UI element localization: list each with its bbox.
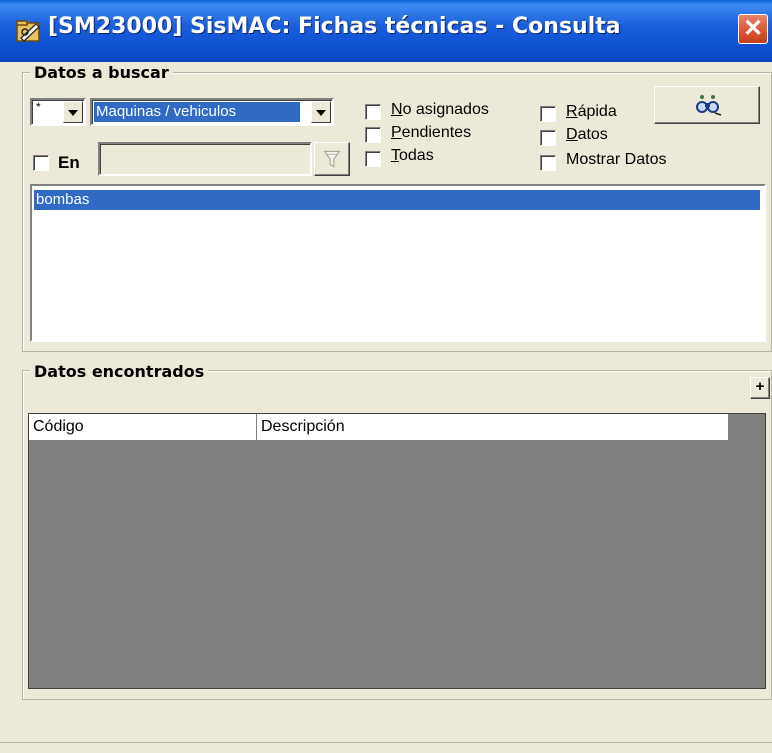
rapida-checkbox[interactable] bbox=[540, 106, 556, 122]
search-button[interactable] bbox=[654, 86, 760, 124]
no-asignados-text: No asignados bbox=[391, 101, 489, 118]
filter-button[interactable] bbox=[314, 142, 350, 176]
results-group-legend: Datos encontrados bbox=[30, 362, 209, 381]
en-checkbox-label: En bbox=[58, 153, 80, 172]
prefix-combo-dropdown-button[interactable] bbox=[63, 101, 83, 123]
type-combo-dropdown-button[interactable] bbox=[311, 101, 331, 123]
rapida-label: Rápida bbox=[566, 103, 617, 120]
list-item[interactable]: bombas bbox=[34, 190, 760, 210]
prefix-combo-value: * bbox=[36, 100, 41, 114]
mostrar-datos-label: Mostrar Datos bbox=[566, 151, 667, 168]
main-window: [SM23000] SisMAC: Fichas técnicas - Cons… bbox=[0, 0, 772, 753]
filter-funnel-icon bbox=[323, 150, 341, 168]
pendientes-checkbox[interactable] bbox=[365, 127, 381, 143]
pendientes-label: Pendientes bbox=[391, 124, 472, 141]
chevron-down-icon bbox=[316, 110, 326, 116]
datos-checkbox[interactable] bbox=[540, 130, 556, 146]
type-combo[interactable]: Maquinas / vehiculos bbox=[90, 98, 334, 126]
en-field[interactable] bbox=[98, 142, 312, 176]
status-bar bbox=[0, 742, 772, 753]
chevron-down-icon bbox=[68, 110, 78, 116]
plus-icon: + bbox=[755, 378, 765, 395]
expand-button[interactable]: + bbox=[750, 377, 770, 399]
close-button[interactable]: ✕ bbox=[738, 14, 768, 44]
todas-label: Todas bbox=[391, 147, 434, 164]
en-checkbox[interactable] bbox=[33, 155, 49, 171]
grid-header: Código Descripción bbox=[29, 414, 729, 441]
column-header-descripcion[interactable]: Descripción bbox=[257, 414, 729, 440]
prefix-combo[interactable]: * bbox=[30, 98, 86, 126]
app-folder-icon bbox=[16, 20, 40, 42]
todas-checkbox[interactable] bbox=[365, 151, 381, 167]
search-binoculars-icon bbox=[696, 95, 722, 116]
window-title: [SM23000] SisMAC: Fichas técnicas - Cons… bbox=[48, 14, 621, 39]
column-header-codigo[interactable]: Código bbox=[29, 414, 257, 440]
no-asignados-label: No asignados bbox=[391, 101, 489, 119]
close-icon: ✕ bbox=[742, 15, 764, 42]
mostrar-datos-checkbox[interactable] bbox=[540, 155, 556, 171]
results-grid[interactable]: Código Descripción bbox=[28, 413, 766, 689]
datos-label: Datos bbox=[566, 126, 608, 143]
title-bar[interactable]: [SM23000] SisMAC: Fichas técnicas - Cons… bbox=[0, 0, 772, 62]
type-combo-value: Maquinas / vehiculos bbox=[94, 102, 300, 122]
no-asignados-checkbox[interactable] bbox=[365, 104, 381, 120]
search-group-legend: Datos a buscar bbox=[30, 63, 173, 82]
search-term-list[interactable]: bombas bbox=[30, 184, 766, 342]
